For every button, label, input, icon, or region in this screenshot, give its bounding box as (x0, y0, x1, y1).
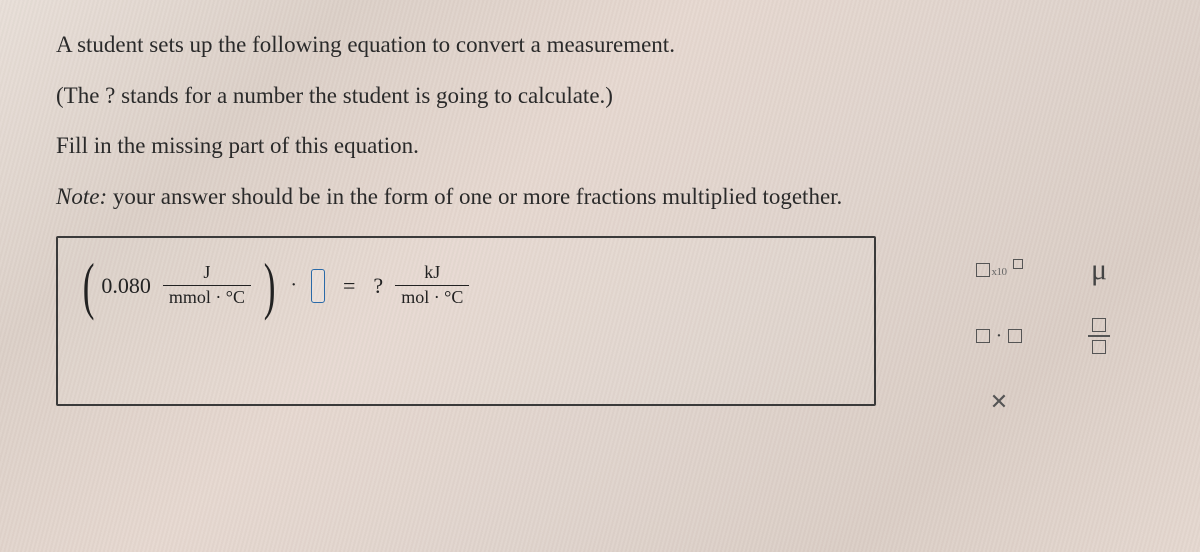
denominator-box-icon (1092, 340, 1106, 354)
clear-button[interactable]: ✕ (954, 374, 1044, 430)
symbol-palette: x10 μ · (954, 236, 1144, 430)
equals-sign: = (337, 273, 361, 299)
right-frac-den: mol · °C (395, 285, 469, 308)
note-text: your answer should be in the form of one… (107, 184, 842, 209)
numerator-box-icon (1092, 318, 1106, 332)
left-frac-num: J (197, 263, 216, 285)
box-icon (1008, 329, 1022, 343)
left-fraction: J mmol · °C (163, 263, 251, 308)
mu-button[interactable]: μ (1054, 242, 1144, 298)
equation-box: ( 0.080 J mmol · °C ) · = ? kJ mol · °C (56, 236, 876, 406)
multiply-button[interactable]: · (954, 308, 1044, 364)
prompt-note: Note: your answer should be in the form … (56, 180, 1144, 215)
multiply-dot: · (288, 274, 299, 297)
left-frac-den: mmol · °C (163, 285, 251, 308)
prompt-line-3: Fill in the missing part of this equatio… (56, 129, 1144, 164)
left-paren: ( (83, 260, 95, 311)
x10-label: x10 (992, 266, 1007, 278)
fraction-bar-icon (1088, 335, 1110, 337)
question-mark: ? (369, 273, 387, 299)
exponent-box-icon (1013, 259, 1023, 269)
box-icon (976, 263, 990, 277)
fraction-button[interactable] (1054, 308, 1144, 364)
prompt-line-2: (The ? stands for a number the student i… (56, 79, 1144, 114)
dot-symbol: · (996, 325, 1003, 348)
scientific-notation-button[interactable]: x10 (954, 242, 1044, 298)
right-paren: ) (264, 260, 276, 311)
coefficient: 0.080 (101, 273, 151, 299)
right-fraction: kJ mol · °C (395, 263, 469, 308)
box-icon (976, 329, 990, 343)
close-icon: ✕ (990, 389, 1008, 415)
right-frac-num: kJ (418, 263, 446, 285)
mu-symbol: μ (1091, 253, 1107, 287)
note-label: Note: (56, 184, 107, 209)
answer-input[interactable] (311, 269, 325, 303)
prompt-line-1: A student sets up the following equation… (56, 28, 1144, 63)
